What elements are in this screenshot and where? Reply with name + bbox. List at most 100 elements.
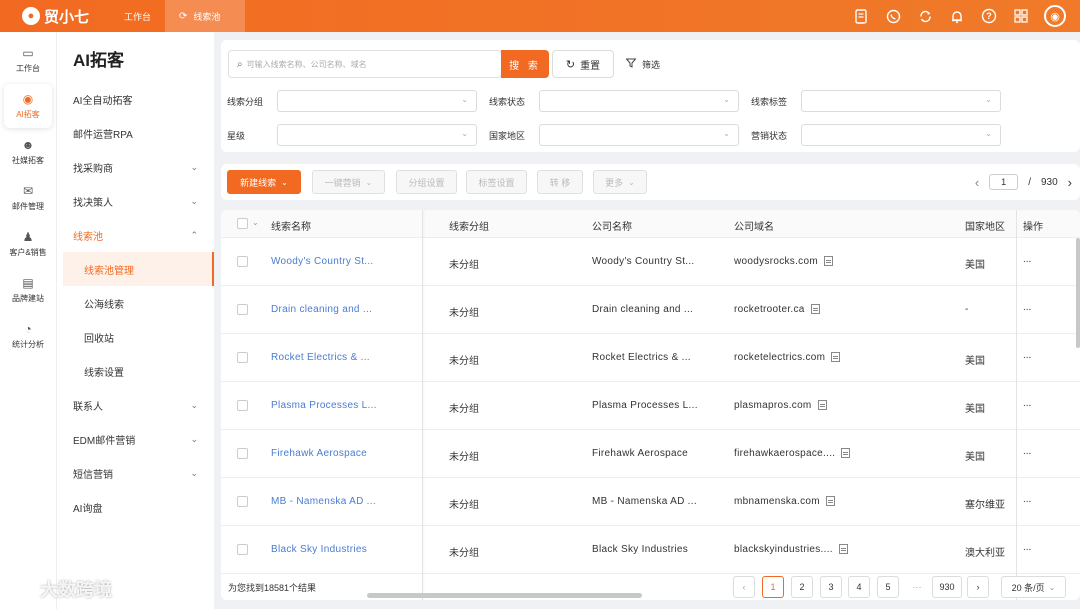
rail-item-ai-prospecting[interactable]: ◉ AI拓客: [4, 84, 52, 128]
filter-button[interactable]: 筛选: [625, 50, 660, 78]
table-row[interactable]: Rocket Electrics & ... 未分组 Rocket Electr…: [221, 334, 1080, 382]
tag-setting-button[interactable]: 标签设置: [466, 170, 527, 194]
company-domain[interactable]: firehawkaerospace....: [734, 448, 835, 459]
chevron-left-icon[interactable]: ‹: [975, 175, 979, 190]
table-row[interactable]: MB - Namenska AD ... 未分组 MB - Namenska A…: [221, 478, 1080, 526]
chevron-down-icon[interactable]: ⌄: [252, 218, 259, 227]
tab-workbench[interactable]: 工作台: [110, 0, 165, 32]
page-button-last[interactable]: 930: [932, 576, 962, 598]
lead-name-link[interactable]: Rocket Electrics & ...: [271, 352, 370, 363]
menu-item-contacts[interactable]: 联系人 ⌄: [57, 388, 214, 422]
more-actions-icon[interactable]: ...: [1023, 302, 1031, 313]
rail-item-mail[interactable]: ✉ 邮件管理: [4, 176, 52, 220]
copy-icon[interactable]: [817, 400, 827, 411]
row-checkbox[interactable]: [237, 496, 248, 507]
page-button[interactable]: 2: [791, 576, 813, 598]
table-row[interactable]: Black Sky Industries 未分组 Black Sky Indus…: [221, 526, 1080, 574]
more-actions-icon[interactable]: ...: [1023, 446, 1031, 457]
rail-item-social[interactable]: ☻ 社媒拓客: [4, 130, 52, 174]
tag-select[interactable]: ⌄: [801, 90, 1001, 112]
table-row[interactable]: Plasma Processes L... 未分组 Plasma Process…: [221, 382, 1080, 430]
bell-icon[interactable]: [948, 7, 966, 25]
more-actions-icon[interactable]: ...: [1023, 398, 1031, 409]
copy-icon[interactable]: [810, 304, 820, 315]
company-domain[interactable]: rocketrooter.ca: [734, 304, 805, 315]
row-checkbox[interactable]: [237, 544, 248, 555]
group-select[interactable]: ⌄: [277, 90, 477, 112]
page-button[interactable]: 1: [762, 576, 784, 598]
table-row[interactable]: Woody's Country St... 未分组 Woody's Countr…: [221, 238, 1080, 286]
row-checkbox[interactable]: [237, 448, 248, 459]
star-select[interactable]: ⌄: [277, 124, 477, 146]
submenu-public-leads[interactable]: 公海线索: [57, 286, 214, 320]
one-click-marketing-button[interactable]: 一键营销 ⌄: [312, 170, 385, 194]
company-domain[interactable]: woodysrocks.com: [734, 256, 818, 267]
logo[interactable]: ● 贸小七: [0, 6, 110, 27]
more-actions-icon[interactable]: ...: [1023, 350, 1031, 361]
submenu-lead-settings[interactable]: 线索设置: [57, 354, 214, 388]
group-setting-button[interactable]: 分组设置: [396, 170, 457, 194]
menu-item-ai-inquiry[interactable]: AI询盘: [57, 490, 214, 524]
row-checkbox[interactable]: [237, 400, 248, 411]
rail-item-workbench[interactable]: ▭ 工作台: [4, 38, 52, 82]
rail-item-customers[interactable]: ♟ 客户&销售: [4, 222, 52, 266]
menu-item-mail-rpa[interactable]: 邮件运营RPA: [57, 116, 214, 150]
lead-name-link[interactable]: MB - Namenska AD ...: [271, 496, 376, 507]
lead-name-link[interactable]: Firehawk Aerospace: [271, 448, 367, 459]
grid-apps-icon[interactable]: [1012, 7, 1030, 25]
copy-icon[interactable]: [841, 448, 851, 459]
tab-lead-pool[interactable]: ⟳ 线索池: [165, 0, 246, 32]
page-input[interactable]: 1: [989, 174, 1019, 190]
new-lead-button[interactable]: 新建线索 ⌄: [227, 170, 301, 194]
menu-item-lead-pool[interactable]: 线索池 ⌃: [57, 218, 214, 252]
company-domain[interactable]: rocketelectrics.com: [734, 352, 825, 363]
table-row[interactable]: Firehawk Aerospace 未分组 Firehawk Aerospac…: [221, 430, 1080, 478]
table-row[interactable]: Drain cleaning and ... 未分组 Drain cleanin…: [221, 286, 1080, 334]
menu-item-edm[interactable]: EDM邮件营销 ⌄: [57, 422, 214, 456]
chevron-right-icon[interactable]: ›: [1068, 175, 1072, 190]
prev-page-button[interactable]: ‹: [733, 576, 755, 598]
refresh-icon[interactable]: ⟳: [179, 11, 187, 22]
next-page-button[interactable]: ›: [967, 576, 989, 598]
row-checkbox[interactable]: [237, 304, 248, 315]
copy-icon[interactable]: [823, 256, 833, 267]
page-button[interactable]: 4: [848, 576, 870, 598]
menu-item-find-buyers[interactable]: 找采购商 ⌄: [57, 150, 214, 184]
row-checkbox[interactable]: [237, 352, 248, 363]
page-button[interactable]: 3: [820, 576, 842, 598]
marketing-select[interactable]: ⌄: [801, 124, 1001, 146]
submenu-recycle-bin[interactable]: 回收站: [57, 320, 214, 354]
copy-icon[interactable]: [838, 544, 848, 555]
reset-button[interactable]: ↻ 重置: [552, 50, 614, 78]
rail-item-stats[interactable]: ◔ 统计分析: [4, 314, 52, 358]
more-actions-icon[interactable]: ...: [1023, 542, 1031, 553]
page-ellipsis[interactable]: ···: [904, 576, 930, 598]
vertical-scrollbar[interactable]: [1076, 238, 1080, 348]
help-icon[interactable]: ?: [980, 7, 998, 25]
more-actions-icon[interactable]: ...: [1023, 494, 1031, 505]
company-domain[interactable]: blackskyindustries....: [734, 544, 833, 555]
row-checkbox[interactable]: [237, 256, 248, 267]
status-select[interactable]: ⌄: [539, 90, 739, 112]
search-button[interactable]: 搜 索: [501, 50, 549, 78]
lead-name-link[interactable]: Plasma Processes L...: [271, 400, 377, 411]
submenu-lead-pool-management[interactable]: 线索池管理: [63, 252, 214, 286]
whatsapp-icon[interactable]: [884, 7, 902, 25]
more-actions-icon[interactable]: ...: [1023, 254, 1031, 265]
search-input[interactable]: [246, 59, 467, 69]
rail-item-site[interactable]: ▤ 品牌建站: [4, 268, 52, 312]
menu-item-auto-prospect[interactable]: AI全自动拓客: [57, 82, 214, 116]
lead-name-link[interactable]: Black Sky Industries: [271, 544, 367, 555]
country-select[interactable]: ⌄: [539, 124, 739, 146]
page-size-select[interactable]: 20 条/页 ⌄: [1001, 576, 1066, 598]
menu-item-sms[interactable]: 短信营销 ⌄: [57, 456, 214, 490]
copy-icon[interactable]: [825, 496, 835, 507]
page-button[interactable]: 5: [877, 576, 899, 598]
sync-icon[interactable]: [916, 7, 934, 25]
menu-item-find-decision-makers[interactable]: 找决策人 ⌄: [57, 184, 214, 218]
company-domain[interactable]: mbnamenska.com: [734, 496, 820, 507]
document-icon[interactable]: [852, 7, 870, 25]
copy-icon[interactable]: [831, 352, 841, 363]
user-avatar[interactable]: ◉: [1044, 5, 1066, 27]
lead-name-link[interactable]: Woody's Country St...: [271, 256, 374, 267]
